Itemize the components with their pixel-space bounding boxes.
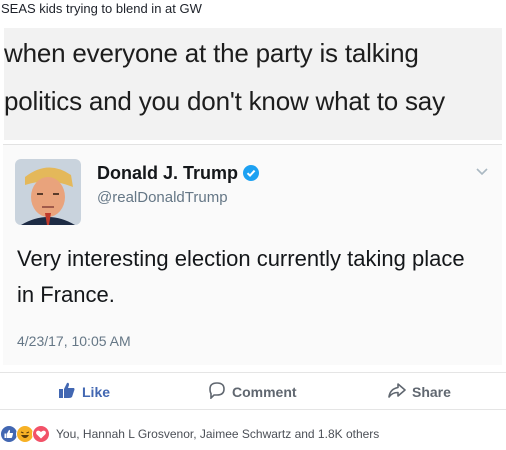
share-button[interactable]: Share [388,381,451,402]
avatar [15,159,81,225]
like-label: Like [82,383,111,400]
post-action-bar: Like Comment Share [0,372,506,410]
thumbs-up-icon [58,381,76,402]
meme-image[interactable]: when everyone at the party is talking po… [0,28,506,368]
comment-icon [208,381,226,402]
comment-button[interactable]: Comment [208,381,297,402]
verified-badge-icon [243,165,260,186]
tweet-author-name: Donald J. Trump [97,163,260,186]
caption-line-1: when everyone at the party is talking [4,38,419,68]
tweet-author-name-text: Donald J. Trump [97,163,239,183]
love-reaction-icon [32,425,50,443]
tweet-body: Very interesting election currently taki… [17,246,465,307]
share-icon [388,381,406,402]
reactions-summary[interactable]: You, Hannah L Grosvenor, Jaimee Schwartz… [0,422,379,446]
reactors-text[interactable]: You, Hannah L Grosvenor, Jaimee Schwartz… [56,427,379,441]
caption-line-2: politics and you don't know what to say [4,86,445,116]
like-button[interactable]: Like [58,381,110,402]
share-label: Share [412,383,451,400]
tweet-timestamp: 4/23/17, 10:05 AM [17,333,131,349]
tweet-handle: @realDonaldTrump [97,189,228,206]
chevron-down-icon [476,163,488,181]
meme-caption: when everyone at the party is talking po… [4,28,502,140]
comment-label: Comment [232,383,297,400]
tweet-card: Donald J. Trump @realDonaldTrump Very in… [3,144,502,365]
post-text: SEAS kids trying to blend in at GW [1,1,202,16]
